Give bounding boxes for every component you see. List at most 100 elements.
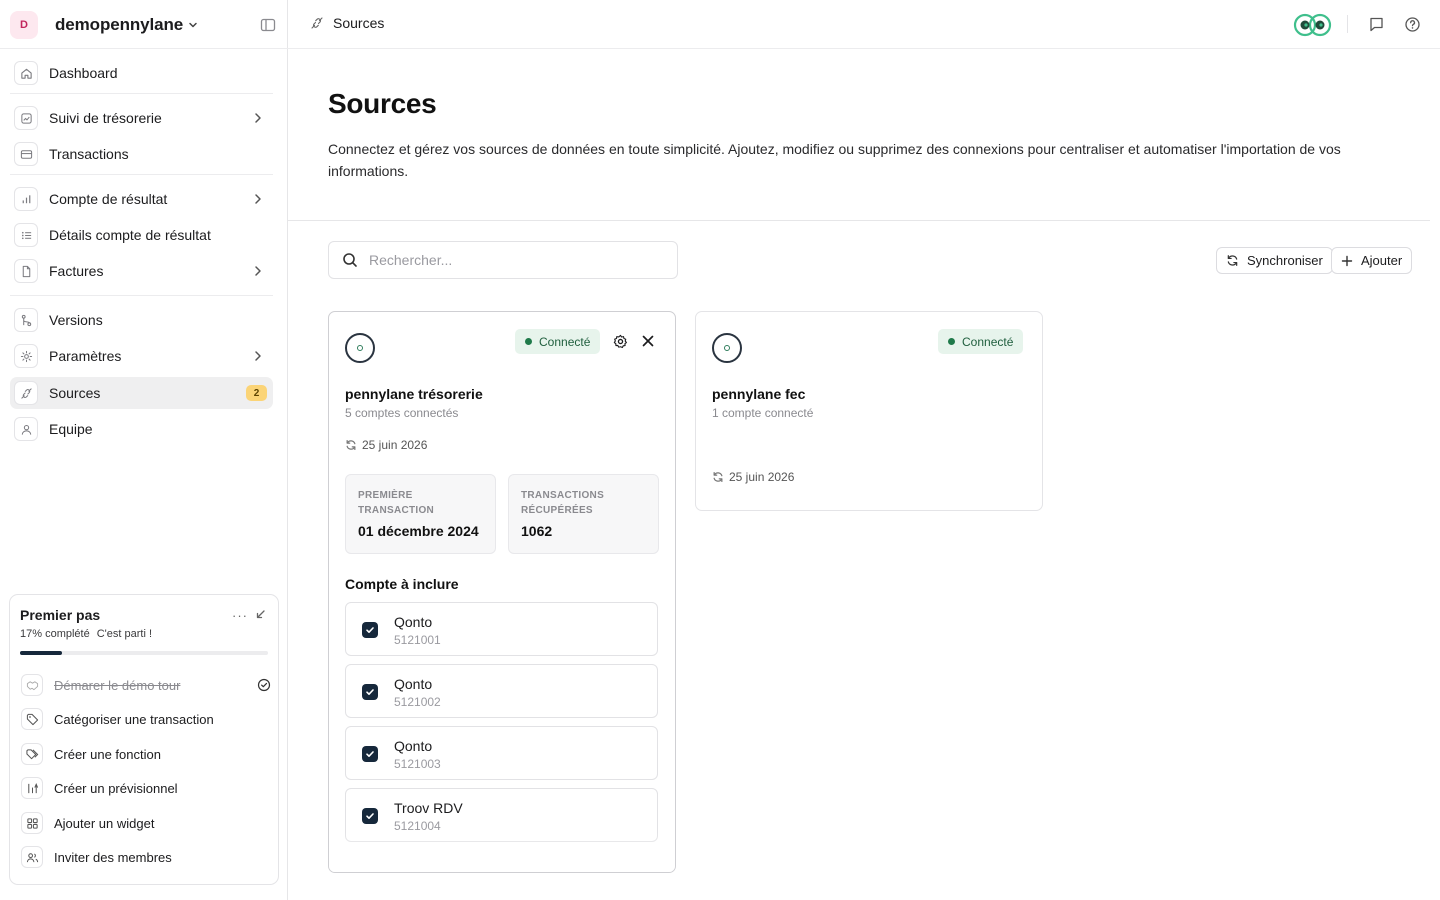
last-sync: 25 juin 2026 [345,438,427,452]
search-box [328,241,678,279]
source-name: pennylane fec [712,386,806,402]
close-icon[interactable] [639,332,657,350]
breadcrumb-current: Sources [333,15,385,31]
stat-value: 1062 [521,523,553,539]
source-logo [712,333,742,363]
tag-icon [21,708,43,730]
help-icon[interactable] [1404,16,1421,33]
account-number: 5121001 [394,633,441,647]
source-name: pennylane trésorerie [345,386,483,402]
sidebar-item-label: Sources [49,385,101,401]
stat-transactions-count: Transactions récupérées 1062 [508,474,659,554]
progress-message: C'est parti ! [96,628,153,640]
account-name: Troov RDV [394,800,463,816]
users-icon [21,846,43,868]
stat-first-transaction: Première transaction 01 décembre 2024 [345,474,496,554]
workspace-switcher[interactable]: D demopennylane [10,10,199,40]
refresh-icon [1227,255,1238,266]
onboarding-step-previsionnel[interactable]: Créer un prévisionnel [21,775,271,801]
gear-icon[interactable] [611,332,629,350]
chevron-right-icon [255,194,261,204]
breadcrumb: Sources [310,15,384,31]
sidebar-item-versions[interactable]: Versions [10,304,273,336]
more-options-icon[interactable]: ··· [232,608,248,623]
divider [10,174,273,175]
account-row[interactable]: Troov RDV 5121004 [345,788,658,842]
source-accounts-count: 5 comptes connectés [345,406,459,420]
progress-text: 17% complété C'est parti ! [20,628,152,640]
check-circle-icon [257,678,271,692]
last-sync-date: 25 juin 2026 [729,470,795,484]
divider [1347,15,1348,33]
refresh-icon [713,471,723,483]
onboarding-step-fonction[interactable]: Créer une fonction [21,741,271,767]
status-label: Connecté [539,334,591,349]
minimize-icon[interactable] [254,609,266,621]
onboarding-step-widget[interactable]: Ajouter un widget [21,810,271,836]
source-accounts-count: 1 compte connecté [712,406,814,420]
onboarding-step-label: Catégoriser une transaction [54,711,214,727]
sidebar-item-factures[interactable]: Factures [10,255,273,287]
checkbox-checked[interactable] [362,808,378,824]
sidebar-item-label: Dashboard [49,65,118,81]
message-icon[interactable] [1368,16,1385,33]
account-name: Qonto [394,614,433,630]
workspace-name: demopennylane [55,15,184,34]
tags-icon [21,743,43,765]
add-source-button[interactable]: Ajouter [1331,247,1413,274]
progress-bar [20,651,268,655]
onboarding-card: Premier pas ··· 17% complété C'est parti … [9,594,279,885]
divider [0,48,288,49]
search-input[interactable] [369,252,649,268]
onboarding-step-categoriser[interactable]: Catégoriser une transaction [21,706,271,732]
stat-value: 01 décembre 2024 [358,523,479,539]
sidebar-item-parametres[interactable]: Paramètres [10,340,273,372]
sidebar-item-compte-resultat[interactable]: Compte de résultat [10,183,273,215]
search-icon [343,253,357,267]
account-row[interactable]: Qonto 5121001 [345,602,658,656]
add-button-label: Ajouter [1361,253,1403,268]
chevron-right-icon [255,266,261,276]
git-branch-icon [14,308,38,332]
list-icon [14,223,38,247]
onboarding-step-membres[interactable]: Inviter des membres [21,844,271,870]
topbar: Sources [288,0,1440,49]
chevron-down-icon [189,22,197,28]
sidebar-item-label: Suivi de trésorerie [49,110,162,126]
count-badge: 2 [246,385,267,401]
sidebar-item-label: Compte de résultat [49,191,168,207]
grid-icon [21,812,43,834]
onboarding-step-label: Ajouter un widget [54,815,155,831]
sidebar-item-sources[interactable]: Sources 2 [10,377,273,409]
checkbox-checked[interactable] [362,746,378,762]
sidebar-item-suivi-tresorerie[interactable]: Suivi de trésorerie [10,102,273,134]
accounts-section-title: Compte à inclure [345,576,459,592]
onboarding-step-demo-tour[interactable]: Démarer le démo tour [21,672,271,698]
onboarding-title: Premier pas [20,607,101,623]
sidebar-item-details-compte-resultat[interactable]: Détails compte de résultat [10,219,273,251]
account-row[interactable]: Qonto 5121003 [345,726,658,780]
checkbox-checked[interactable] [362,684,378,700]
sidebar-item-equipe[interactable]: Equipe [10,413,273,445]
source-card: Connecté pennylane fec 1 compte connecté… [695,311,1043,511]
brand-logo-icon[interactable] [1293,13,1333,37]
sidebar-item-transactions[interactable]: Transactions [10,138,273,170]
stat-label: Transactions récupérées [521,490,605,516]
account-row[interactable]: Qonto 5121002 [345,664,658,718]
progress-bar-fill [20,651,63,655]
sidebar: D demopennylane Dashboard Suivi de tréso… [0,0,288,900]
divider [10,295,273,296]
sidebar-item-label: Equipe [49,421,93,437]
checkbox-checked[interactable] [362,622,378,638]
gear-icon [14,344,38,368]
sidebar-item-dashboard[interactable]: Dashboard [10,57,273,89]
forecast-icon [21,777,43,799]
bar-chart-icon [14,187,38,211]
sidebar-toggle-icon[interactable] [259,16,277,34]
workspace-avatar: D [10,11,38,39]
account-name: Qonto [394,738,433,754]
sync-button[interactable]: Synchroniser [1216,247,1333,274]
onboarding-step-label: Créer une fonction [54,746,161,762]
onboarding-step-label: Créer un prévisionnel [54,780,178,796]
source-card: Connecté pennylane trésorerie 5 comptes … [328,311,676,873]
